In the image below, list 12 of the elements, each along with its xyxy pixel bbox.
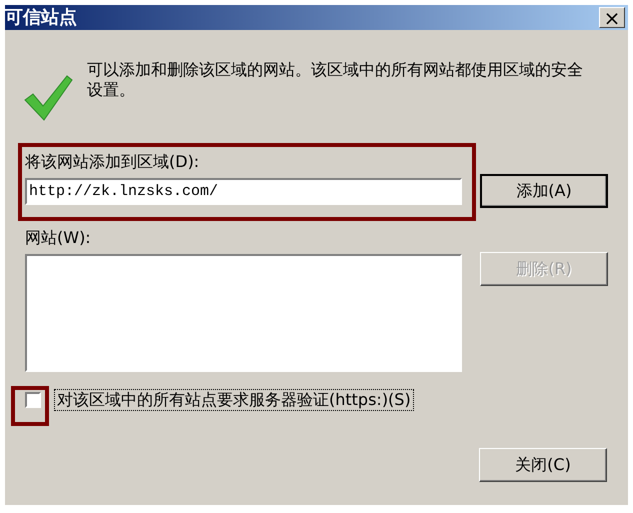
description-text: 可以添加和删除该区域的网站。该区域中的所有网站都使用区域的安全设置。 (87, 60, 584, 101)
checkbox[interactable] (25, 392, 41, 408)
sites-list[interactable] (25, 254, 462, 372)
add-button[interactable]: 添加(A) (480, 174, 608, 208)
checkbox-label: 对该区域中的所有站点要求服务器验证(https:)(S) (55, 390, 413, 410)
url-input-field[interactable]: http://zk.lnzsks.com/ (25, 178, 462, 205)
close-dialog-button[interactable]: 关闭(C) (479, 448, 607, 482)
close-button[interactable]: × (599, 7, 625, 28)
field-label: 将该网站添加到区域(D): (25, 152, 200, 172)
window-title: 可信站点 (5, 6, 77, 28)
list-label: 网站(W): (25, 228, 92, 248)
highlight-frame (11, 386, 49, 426)
